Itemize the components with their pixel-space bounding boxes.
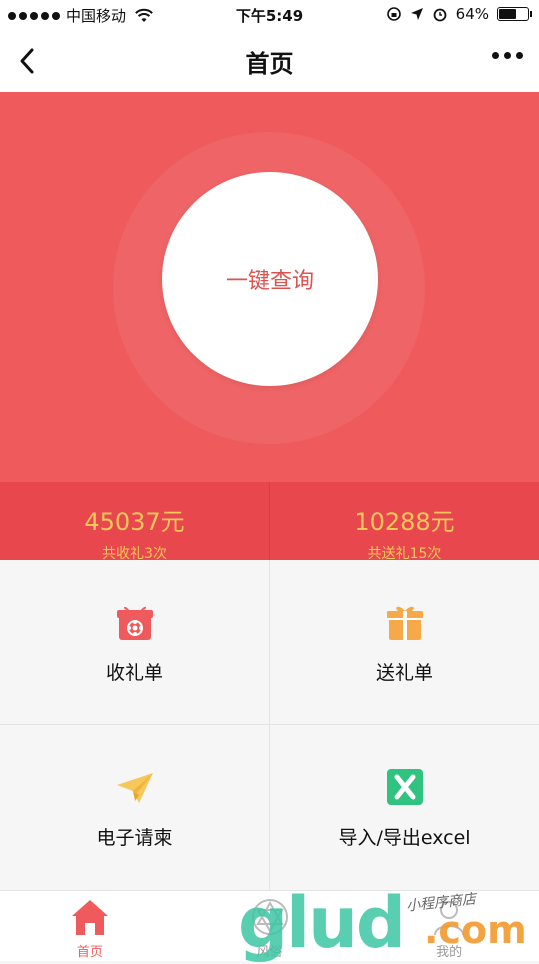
import-export-excel-label: 导入/导出excel xyxy=(338,827,471,849)
received-amount: 45037元 xyxy=(84,508,185,536)
home-icon xyxy=(71,900,108,935)
sent-stat[interactable]: 10288元 共送礼15次 xyxy=(269,482,539,562)
tab-customs-label: 风俗 xyxy=(256,945,283,960)
stats-bar: 45037元 共收礼3次 10288元 共送礼15次 xyxy=(0,482,539,562)
hero-section: 一键查询 xyxy=(0,92,539,482)
user-icon xyxy=(434,901,465,936)
e-invitation-button[interactable]: 电子请柬 xyxy=(0,725,269,889)
alarm-icon xyxy=(433,8,447,22)
received-stat[interactable]: 45037元 共收礼3次 xyxy=(0,482,269,562)
status-bar: 中国移动 下午5:49 64% xyxy=(0,0,539,30)
more-options-icon[interactable] xyxy=(492,52,523,59)
nav-bar: 首页 xyxy=(0,30,539,92)
sent-gifts-button[interactable]: 送礼单 xyxy=(270,560,539,724)
battery-fill xyxy=(499,9,516,19)
star-of-david-icon xyxy=(251,899,288,935)
feature-grid: 收礼单 送礼单 电子请柬 导入/导出excel xyxy=(0,560,539,890)
location-icon xyxy=(410,8,423,20)
battery-icon xyxy=(497,7,532,21)
bottom-tab-bar: 首页 风俗 我的 xyxy=(0,890,539,961)
one-click-query-button[interactable]: 一键查询 xyxy=(162,172,378,386)
tab-mine[interactable]: 我的 xyxy=(359,891,539,961)
battery-percent: 64% xyxy=(455,5,489,23)
import-export-excel-button[interactable]: 导入/导出excel xyxy=(270,725,539,889)
sent-amount: 10288元 xyxy=(354,508,455,536)
gift-box-orange-icon xyxy=(386,606,423,640)
excel-icon xyxy=(386,769,423,805)
e-invitation-label: 电子请柬 xyxy=(96,827,173,849)
received-gifts-label: 收礼单 xyxy=(105,662,163,684)
sent-gifts-label: 送礼单 xyxy=(375,662,433,684)
page-title: 首页 xyxy=(245,50,294,78)
tab-home[interactable]: 首页 xyxy=(0,891,180,961)
orientation-lock-icon xyxy=(386,7,401,21)
tab-home-label: 首页 xyxy=(76,945,103,960)
paper-plane-icon xyxy=(116,773,153,803)
gift-box-red-icon xyxy=(116,606,153,640)
tab-mine-label: 我的 xyxy=(436,945,463,960)
received-gifts-button[interactable]: 收礼单 xyxy=(0,560,269,724)
tab-customs[interactable]: 风俗 xyxy=(180,891,360,961)
status-right: 64% xyxy=(386,5,532,23)
